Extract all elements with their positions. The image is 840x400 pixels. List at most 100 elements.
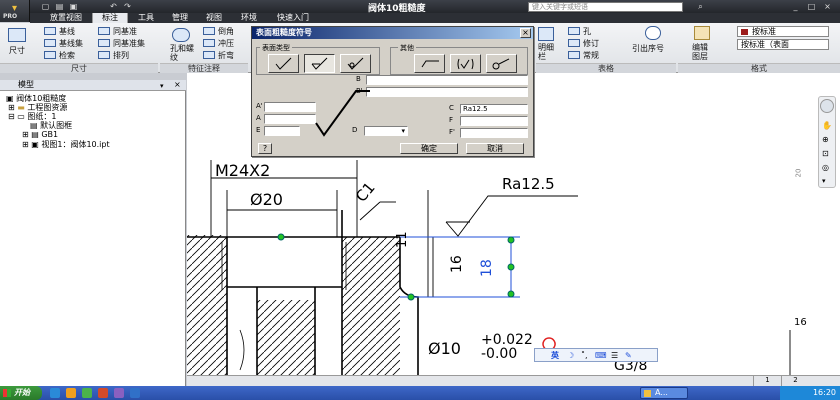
baseline-set-button[interactable]: 基线集 (59, 38, 83, 49)
baseline-button[interactable]: 基线 (59, 26, 75, 37)
tree-item-view1[interactable]: ⊞ ▣ 视图1：阀体10.ipt (22, 140, 110, 149)
help-search-input[interactable]: 键入关键字或短语 (528, 2, 683, 12)
bend-icon[interactable] (203, 51, 215, 59)
leader-button[interactable] (486, 54, 517, 73)
edit-layers-icon[interactable] (694, 26, 710, 40)
revision-table-button[interactable]: 修订 (583, 38, 599, 49)
inspect-button[interactable]: 检索 (59, 50, 75, 61)
open-icon[interactable]: ▤ (54, 2, 65, 11)
no-material-removal-button[interactable] (340, 54, 371, 73)
hole-table-button[interactable]: 孔 (583, 26, 591, 37)
basic-surface-button[interactable] (268, 54, 299, 73)
tab-view[interactable]: 视图 (198, 13, 230, 23)
tab-place-views[interactable]: 放置视图 (42, 13, 90, 23)
minimize-icon[interactable]: _ (790, 2, 801, 11)
field-e-input[interactable] (264, 126, 300, 136)
close-icon[interactable]: × (822, 2, 833, 11)
help-button[interactable]: ? (258, 143, 272, 154)
hole-thread-button[interactable]: 孔和螺纹 (170, 44, 194, 62)
ordinate-set-icon[interactable] (98, 39, 110, 47)
ime-punct-icon[interactable]: ˚, (581, 350, 588, 362)
general-table-button[interactable]: 常规 (583, 50, 599, 61)
dimension-18-selected[interactable]: 18 (479, 259, 495, 277)
start-button[interactable]: 开始 (0, 386, 42, 400)
save-icon[interactable]: ▣ (68, 2, 79, 11)
cancel-button[interactable]: 取消 (466, 143, 524, 154)
tab-tools[interactable]: 工具 (130, 13, 162, 23)
search-icon[interactable]: ⌕ (695, 2, 706, 11)
punch-icon[interactable] (203, 39, 215, 47)
quicklaunch-app-icon[interactable] (130, 388, 140, 398)
field-a-input[interactable] (264, 114, 316, 124)
balloon-icon[interactable] (645, 26, 661, 40)
long-leg-button[interactable] (450, 54, 481, 73)
tree-item-border[interactable]: ▤ 默认图框 (30, 121, 72, 130)
tab-annotate[interactable]: 标注 (92, 13, 128, 23)
ime-moon-icon[interactable]: ☽ (567, 350, 574, 362)
system-tray-clock[interactable]: 16:20 (780, 386, 840, 400)
hole-thread-icon[interactable] (172, 28, 190, 42)
maximize-icon[interactable]: □ (806, 2, 817, 11)
browser-header[interactable]: 模型 ▾ × (0, 80, 186, 91)
chamfer-icon[interactable] (203, 27, 215, 35)
undo-icon[interactable]: ↶ (108, 2, 119, 11)
baseline-icon[interactable] (44, 27, 56, 35)
edit-layers-button[interactable]: 编辑图层 (692, 43, 714, 61)
bend-button[interactable]: 折弯 (218, 50, 234, 61)
field-f-input[interactable] (460, 116, 528, 126)
all-around-button[interactable] (414, 54, 445, 73)
general-table-icon[interactable] (568, 51, 580, 59)
tab-environments[interactable]: 环境 (232, 13, 266, 23)
redo-icon[interactable]: ↷ (122, 2, 133, 11)
grip-point[interactable] (507, 236, 515, 244)
ime-menu-icon[interactable]: ☰ (611, 350, 618, 362)
object-style-dropdown[interactable]: 按标准（表面 (737, 39, 829, 50)
parts-list-button[interactable]: 明细栏 (538, 43, 556, 61)
ok-button[interactable]: 确定 (400, 143, 458, 154)
layer-style-dropdown[interactable]: 按标准 (737, 26, 829, 37)
quicklaunch-app-icon[interactable] (114, 388, 124, 398)
field-d-dropdown[interactable]: ▾ (364, 126, 408, 136)
nav-options-icon[interactable]: ▾ (822, 177, 826, 185)
taskbar-window-button[interactable]: A... (640, 387, 688, 399)
tab-manage[interactable]: 管理 (164, 13, 196, 23)
grip-point[interactable] (277, 233, 285, 241)
ime-settings-icon[interactable]: ✎ (625, 350, 632, 362)
field-fp-input[interactable] (460, 128, 528, 138)
ime-toolbar[interactable]: 英 ☽ ˚, ⌨ ☰ ✎ (534, 348, 658, 362)
balloon-button[interactable]: 引出序号 (632, 43, 664, 54)
dialog-close-icon[interactable]: × (520, 28, 531, 38)
zoom-all-icon[interactable]: ◎ (822, 163, 829, 172)
zoom-icon[interactable]: ⊕ (822, 135, 829, 144)
ime-mode-label[interactable]: 英 (551, 350, 559, 362)
tree-item-titleblock[interactable]: ⊞ ▤ GB1 (22, 130, 58, 139)
baseline-set-icon[interactable] (44, 39, 56, 47)
field-b-input[interactable] (366, 75, 528, 85)
browser-menu-icon[interactable]: ▾ (160, 81, 164, 91)
ime-keyboard-icon[interactable]: ⌨ (595, 350, 607, 362)
pan-icon[interactable]: ✋ (822, 121, 832, 130)
application-menu-button[interactable]: PRO ▾ (0, 0, 30, 22)
inspect-icon[interactable] (44, 51, 56, 59)
quicklaunch-folder-icon[interactable] (66, 388, 76, 398)
grip-point[interactable] (407, 293, 415, 301)
dimension-button[interactable]: 尺寸 (9, 45, 25, 56)
quicklaunch-ie-icon[interactable] (50, 388, 60, 398)
grip-point[interactable] (507, 263, 515, 271)
hole-table-icon[interactable] (568, 27, 580, 35)
new-icon[interactable]: ▢ (40, 2, 51, 11)
tree-item-resources[interactable]: ⊞ ▬ 工程图资源 (8, 103, 67, 112)
revision-table-icon[interactable] (568, 39, 580, 47)
steering-wheel-icon[interactable] (820, 99, 834, 113)
dimension-icon[interactable] (8, 28, 26, 42)
chamfer-button[interactable]: 倒角 (218, 26, 234, 37)
ordinate-icon[interactable] (98, 27, 110, 35)
browser-close-icon[interactable]: × (174, 80, 181, 90)
tree-item-sheet[interactable]: ⊟ ▭ 图纸：1 (8, 112, 56, 121)
quicklaunch-app-icon[interactable] (98, 388, 108, 398)
quicklaunch-media-icon[interactable] (82, 388, 92, 398)
arrange-icon[interactable] (98, 51, 110, 59)
arrange-button[interactable]: 排列 (113, 50, 129, 61)
grip-point[interactable] (507, 290, 515, 298)
material-removal-button[interactable] (304, 54, 335, 73)
